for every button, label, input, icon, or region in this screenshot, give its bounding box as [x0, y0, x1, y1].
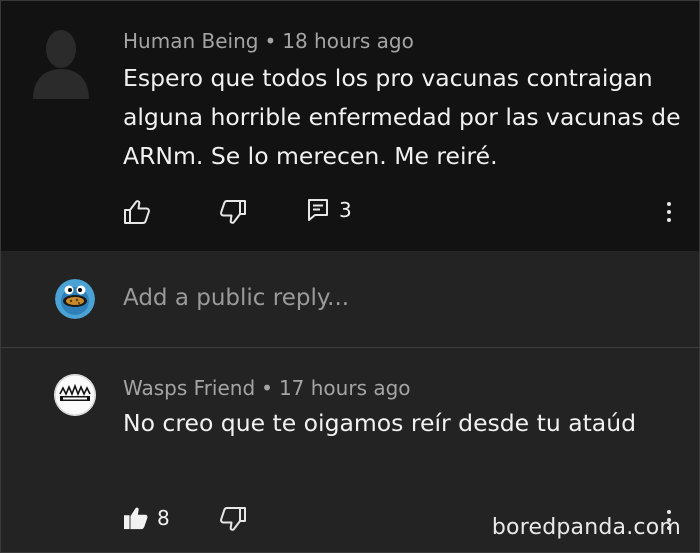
comments-panel: Human Being • 18 hours ago Espero que todo… — [0, 0, 700, 553]
likes-count: 8 — [157, 506, 170, 530]
more-options-icon[interactable] — [666, 202, 672, 226]
thumbs-down-icon — [220, 507, 246, 531]
comment-author[interactable]: Human Being — [123, 29, 258, 53]
comment-author[interactable]: Wasps Friend — [123, 376, 255, 400]
replies-count: 3 — [339, 198, 352, 222]
comment-meta: Wasps Friend • 17 hours ago — [123, 376, 411, 400]
like-button[interactable] — [123, 199, 151, 225]
comment-card: Human Being • 18 hours ago Espero que todo… — [1, 1, 699, 251]
reply-comment-card: Wasps Friend • 17 hours ago No creo que te… — [1, 348, 699, 552]
dislike-button[interactable] — [219, 506, 247, 532]
comment-text: No creo que te oigamos reír desde tu ata… — [123, 409, 637, 437]
meta-separator: • — [261, 376, 273, 400]
reply-button[interactable]: 3 — [307, 198, 352, 222]
reply-input-row: Add a public reply... — [1, 251, 699, 348]
user-silhouette-icon[interactable] — [29, 25, 93, 99]
comment-icon — [308, 199, 328, 221]
reply-input[interactable]: Add a public reply... — [123, 285, 349, 311]
wasps-friend-avatar[interactable] — [54, 374, 96, 416]
thumbs-up-icon — [124, 200, 150, 224]
thumbs-up-filled-icon — [124, 507, 148, 530]
comment-time[interactable]: 17 hours ago — [279, 376, 411, 400]
comment-meta: Human Being • 18 hours ago — [123, 29, 414, 53]
comment-time[interactable]: 18 hours ago — [282, 29, 414, 53]
cookie-monster-avatar — [55, 279, 95, 319]
meta-separator: • — [264, 29, 277, 53]
dislike-button[interactable] — [219, 199, 247, 225]
comment-text: Espero que todos los pro vacunas contrai… — [123, 64, 681, 170]
like-button[interactable]: 8 — [123, 506, 170, 530]
thumbs-down-icon — [220, 200, 246, 224]
watermark: boredpanda.com — [491, 515, 681, 540]
